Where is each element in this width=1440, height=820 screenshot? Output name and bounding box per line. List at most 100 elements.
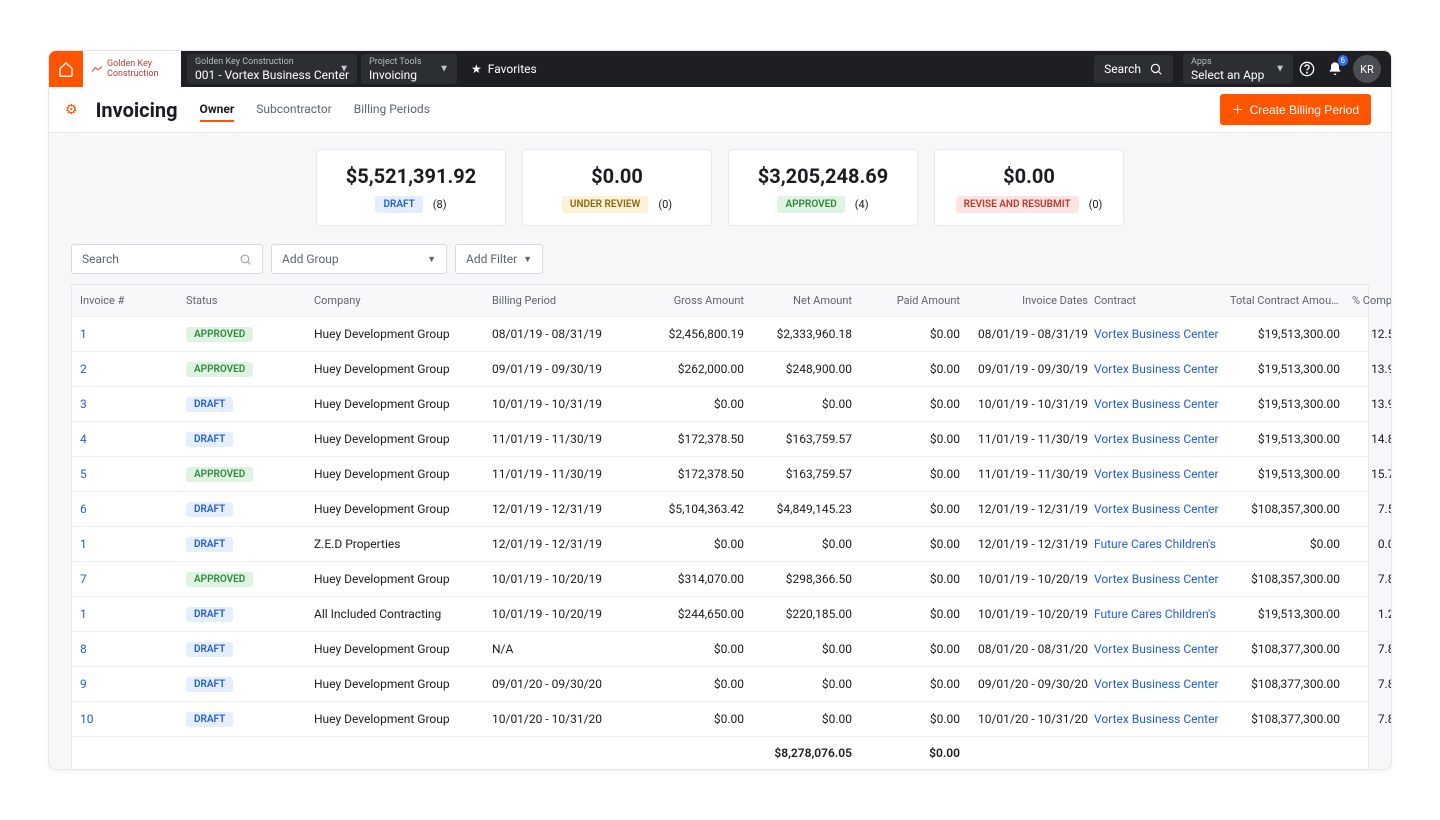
chevron-down-icon: ▼	[523, 254, 532, 265]
table-row: 4DRAFTHuey Development Group11/01/19 - 1…	[72, 422, 1368, 457]
cell-gross: $0.00	[632, 397, 750, 411]
apps-selector[interactable]: Apps Select an App ▼	[1183, 54, 1293, 84]
table-row: 9DRAFTHuey Development Group09/01/20 - 0…	[72, 667, 1368, 702]
cell-gross: $172,378.50	[632, 467, 750, 481]
contract-link[interactable]: Vortex Business Center	[1094, 467, 1219, 481]
col-contract[interactable]: Contract	[1094, 294, 1230, 307]
tool-selector[interactable]: Project Tools Invoicing ▼	[361, 54, 457, 84]
contract-link[interactable]: Vortex Business Center	[1094, 432, 1219, 446]
contract-link[interactable]: Vortex Business Center	[1094, 362, 1219, 376]
cell-net: $2,333,960.18	[750, 327, 858, 341]
apps-selector-value: Select an App	[1191, 68, 1285, 82]
cell-net: $298,366.50	[750, 572, 858, 586]
status-badge: APPROVED	[186, 327, 253, 342]
help-button[interactable]	[1293, 51, 1321, 87]
contract-link[interactable]: Vortex Business Center	[1094, 572, 1219, 586]
notifications-button[interactable]: 6	[1321, 51, 1349, 87]
cell-net: $248,900.00	[750, 362, 858, 376]
cell-gross: $0.00	[632, 712, 750, 726]
invoice-link[interactable]: 1	[80, 537, 87, 551]
contract-link[interactable]: Vortex Business Center	[1094, 642, 1219, 656]
table-search-input[interactable]: Search	[71, 244, 263, 274]
status-badge: DRAFT	[186, 537, 233, 552]
project-selector-label: Golden Key Construction	[195, 57, 349, 68]
invoice-link[interactable]: 1	[80, 327, 87, 341]
chevron-down-icon: ▼	[427, 254, 436, 265]
cell-paid: $0.00	[858, 467, 966, 481]
add-filter-label: Add Filter	[466, 252, 517, 266]
cell-invoice-dates: 12/01/19 - 12/31/19	[966, 502, 1094, 516]
col-paid-amount[interactable]: Paid Amount	[858, 294, 966, 307]
tool-selector-label: Project Tools	[369, 57, 449, 68]
page-tabs: Owner Subcontractor Billing Periods	[200, 98, 430, 122]
col-invoice-no[interactable]: Invoice #	[80, 294, 186, 307]
invoice-link[interactable]: 10	[80, 712, 94, 726]
home-button[interactable]	[49, 51, 83, 87]
col-company[interactable]: Company	[314, 294, 492, 307]
tab-owner[interactable]: Owner	[200, 98, 235, 122]
global-search[interactable]: Search	[1094, 55, 1173, 83]
gear-icon[interactable]: ⚙	[65, 102, 78, 118]
search-placeholder: Search	[82, 252, 119, 266]
table-row: 10DRAFTHuey Development Group10/01/20 - …	[72, 702, 1368, 737]
col-pct-complete[interactable]: % Complete	[1346, 294, 1391, 307]
invoice-link[interactable]: 1	[80, 607, 87, 621]
status-badge: APPROVED	[186, 467, 253, 482]
home-icon	[58, 61, 74, 77]
contract-link[interactable]: Vortex Business Center	[1094, 502, 1219, 516]
contract-link[interactable]: Future Cares Children's	[1094, 537, 1216, 551]
cell-invoice-dates: 11/01/19 - 11/30/19	[966, 467, 1094, 481]
col-invoice-dates[interactable]: Invoice Dates	[966, 294, 1094, 307]
invoice-link[interactable]: 9	[80, 677, 87, 691]
cell-gross: $0.00	[632, 677, 750, 691]
invoice-link[interactable]: 5	[80, 467, 87, 481]
col-billing-period[interactable]: Billing Period	[492, 294, 632, 307]
tab-subcontractor[interactable]: Subcontractor	[256, 98, 332, 122]
status-badge: APPROVED	[186, 362, 253, 377]
cell-gross: $0.00	[632, 642, 750, 656]
favorites-label: Favorites	[488, 62, 537, 76]
create-billing-period-button[interactable]: ＋ Create Billing Period	[1220, 94, 1371, 125]
cell-company: Huey Development Group	[314, 712, 492, 726]
invoice-link[interactable]: 6	[80, 502, 87, 516]
cell-pct-complete: 14.82%	[1346, 432, 1391, 446]
cell-billing-period: 10/01/19 - 10/31/19	[492, 397, 632, 411]
col-total-contract-amount[interactable]: Total Contract Amount	[1230, 294, 1346, 307]
project-selector[interactable]: Golden Key Construction 001 - Vortex Bus…	[187, 54, 357, 84]
invoice-link[interactable]: 3	[80, 397, 87, 411]
add-filter-button[interactable]: Add Filter ▼	[455, 244, 543, 274]
contract-link[interactable]: Vortex Business Center	[1094, 677, 1219, 691]
cell-company: All Included Contracting	[314, 607, 492, 621]
contract-link[interactable]: Future Cares Children's	[1094, 607, 1216, 621]
cell-gross: $2,456,800.19	[632, 327, 750, 341]
summary-count: (8)	[433, 198, 447, 211]
col-gross-amount[interactable]: Gross Amount	[632, 294, 750, 307]
notification-count: 6	[1338, 55, 1349, 66]
company-logo: Golden Key Construction	[83, 51, 181, 87]
contract-link[interactable]: Vortex Business Center	[1094, 327, 1219, 341]
add-group-dropdown[interactable]: Add Group ▼	[271, 244, 447, 274]
contract-link[interactable]: Vortex Business Center	[1094, 712, 1219, 726]
status-badge: DRAFT	[186, 432, 233, 447]
cell-pct-complete: 7.83%	[1346, 677, 1391, 691]
invoice-link[interactable]: 8	[80, 642, 87, 656]
cell-invoice-dates: 09/01/19 - 09/30/19	[966, 362, 1094, 376]
tab-billing-periods[interactable]: Billing Periods	[354, 98, 430, 122]
user-avatar[interactable]: KR	[1353, 55, 1381, 83]
create-button-label: Create Billing Period	[1250, 103, 1359, 117]
cell-paid: $0.00	[858, 572, 966, 586]
cell-billing-period: 12/01/19 - 12/31/19	[492, 502, 632, 516]
col-status[interactable]: Status	[186, 294, 314, 307]
favorites-link[interactable]: ★ Favorites	[457, 51, 551, 87]
tool-selector-value: Invoicing	[369, 68, 449, 82]
table-row: 6DRAFTHuey Development Group12/01/19 - 1…	[72, 492, 1368, 527]
invoice-link[interactable]: 4	[80, 432, 87, 446]
contract-link[interactable]: Vortex Business Center	[1094, 397, 1219, 411]
invoice-link[interactable]: 7	[80, 572, 87, 586]
cell-total-contract: $108,377,300.00	[1230, 642, 1346, 656]
cell-company: Huey Development Group	[314, 467, 492, 481]
status-chip: DRAFT	[375, 196, 422, 213]
cell-billing-period: 08/01/19 - 08/31/19	[492, 327, 632, 341]
invoice-link[interactable]: 2	[80, 362, 87, 376]
col-net-amount[interactable]: Net Amount	[750, 294, 858, 307]
